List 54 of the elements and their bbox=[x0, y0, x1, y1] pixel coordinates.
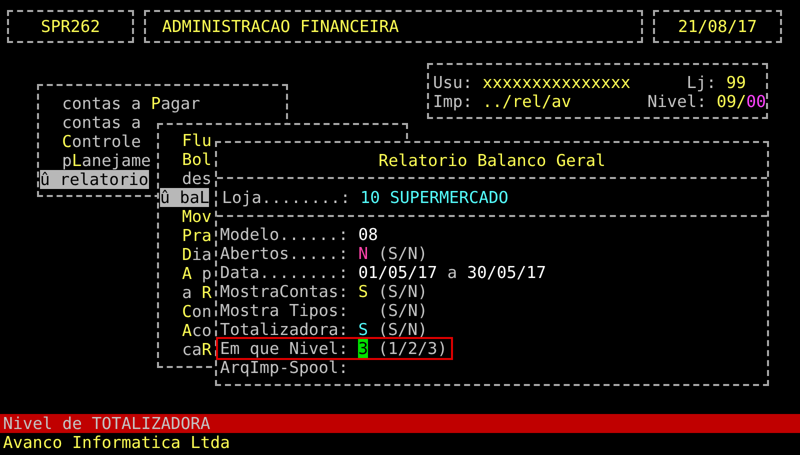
menu-item[interactable]: û baL bbox=[160, 188, 210, 207]
field-value: 30/05/17 bbox=[467, 263, 546, 282]
menu-item[interactable]: Bol bbox=[182, 150, 212, 169]
menu-item[interactable]: A p bbox=[182, 264, 212, 283]
field-label: Mostra Tipos: bbox=[220, 301, 348, 320]
menu-item[interactable]: Controle bbox=[62, 132, 141, 151]
menu-item[interactable]: Flu bbox=[182, 131, 212, 150]
field-label: MostraContas: bbox=[220, 282, 348, 301]
menu-item[interactable]: a R bbox=[182, 283, 212, 302]
date-text: 21/08/17 bbox=[678, 17, 757, 36]
field-label: Totalizadora: bbox=[220, 320, 348, 339]
field-label: Loja........: bbox=[222, 188, 350, 206]
dialog-title: Relatorio Balanco Geral bbox=[378, 150, 606, 170]
menu-item[interactable]: Dia bbox=[182, 245, 212, 264]
company-name: Avanco Informatica Ltda bbox=[3, 433, 230, 452]
status-bar: Nivel de TOTALIZADORA bbox=[0, 414, 800, 433]
menu-item[interactable]: pLanejame bbox=[62, 151, 151, 170]
level-value: 09/00 bbox=[716, 92, 766, 111]
field-value: S bbox=[358, 282, 368, 301]
program-code: SPR262 bbox=[40, 17, 100, 36]
level-label: Nivel: bbox=[647, 92, 707, 111]
field-value: S bbox=[358, 320, 368, 339]
field-label: Data........: bbox=[220, 263, 348, 282]
field-label: ArqImp-Spool: bbox=[220, 358, 348, 377]
menu-item[interactable]: des bbox=[182, 169, 212, 188]
field-value: 10 SUPERMERCADO bbox=[360, 188, 508, 206]
field-value: 08 bbox=[358, 225, 378, 244]
user-label: Usu: bbox=[433, 73, 472, 92]
field-hint: (S/N) bbox=[378, 301, 428, 320]
menu-item[interactable]: Con bbox=[182, 302, 212, 321]
field-hint: (1/2/3) bbox=[378, 339, 448, 358]
field-label: Abertos.....: bbox=[220, 244, 348, 263]
menu-item[interactable]: contas a bbox=[62, 113, 141, 132]
field-input[interactable]: 3 bbox=[358, 339, 368, 358]
store-value: 99 bbox=[726, 73, 746, 92]
menu-item[interactable]: Aco bbox=[182, 321, 212, 340]
field-label: Em que Nivel: bbox=[220, 339, 348, 358]
field-hint: (S/N) bbox=[378, 282, 428, 301]
printer-label: Imp: bbox=[433, 92, 472, 111]
field-label: Modelo......: bbox=[220, 225, 348, 244]
menu-item[interactable]: contas a Pagar bbox=[62, 94, 200, 113]
printer-value: ../rel/av bbox=[482, 92, 572, 111]
app-title: ADMINISTRACAO FINANCEIRA bbox=[162, 17, 399, 36]
store-label: Lj: bbox=[686, 73, 716, 92]
menu-item[interactable]: Pra bbox=[182, 226, 212, 245]
field-hint: (S/N) bbox=[378, 320, 428, 339]
user-value: xxxxxxxxxxxxxxx bbox=[482, 73, 631, 92]
field-hint: (S/N) bbox=[378, 244, 428, 263]
menu-item[interactable]: caR bbox=[182, 340, 212, 359]
menu-item[interactable]: Mov bbox=[182, 207, 212, 226]
field-value: 01/05/17 bbox=[358, 263, 438, 282]
menu-item[interactable]: û relatorio bbox=[40, 170, 149, 189]
range-separator: a bbox=[447, 263, 458, 282]
field-value: N bbox=[358, 244, 368, 263]
